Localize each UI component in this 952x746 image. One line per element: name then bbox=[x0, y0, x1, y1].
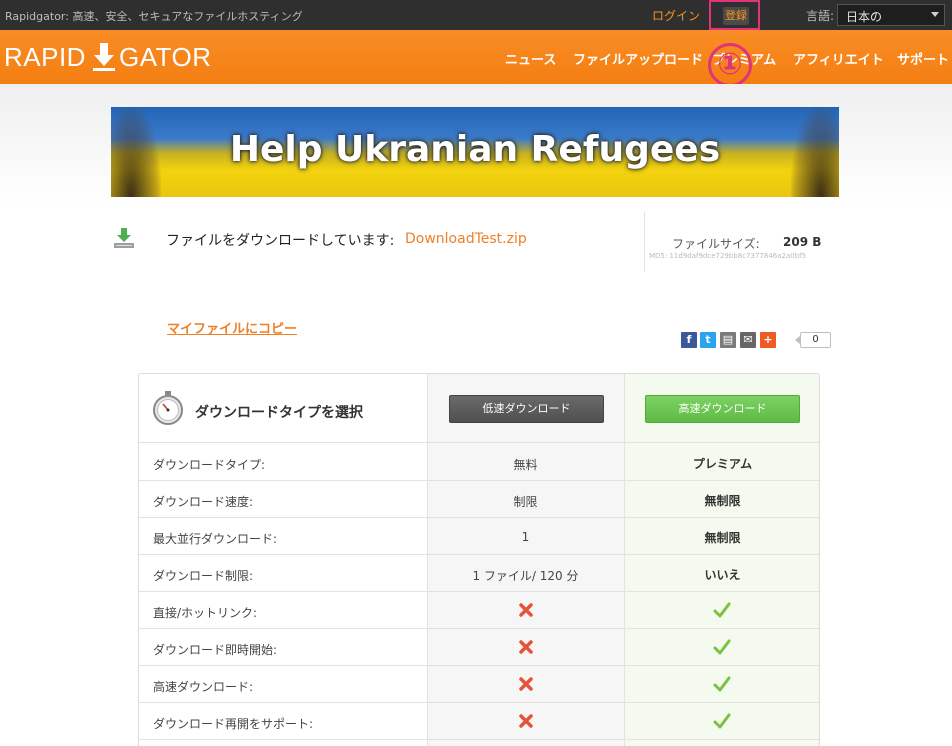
free-value: 1 bbox=[521, 530, 530, 544]
file-size-label: ファイルサイズ: bbox=[672, 237, 760, 251]
table-row: ダウンロード即時開始: bbox=[139, 629, 819, 666]
ukraine-banner[interactable]: Help Ukranian Refugees bbox=[111, 107, 839, 197]
table-row: ダウンロード再開をサポート: bbox=[139, 703, 819, 740]
download-arrow-icon bbox=[93, 43, 115, 71]
print-icon[interactable]: ▤ bbox=[720, 332, 736, 348]
cross-icon bbox=[519, 640, 533, 654]
download-type-table: ダウンロードタイプを選択 低速ダウンロード 高速ダウンロード ダウンロードタイプ… bbox=[138, 373, 820, 746]
premium-value: 無制限 bbox=[704, 494, 741, 508]
chevron-down-icon bbox=[931, 12, 939, 17]
language-select-value: 日本の bbox=[846, 10, 883, 24]
nav-file-upload[interactable]: ファイルアップロード bbox=[573, 49, 703, 68]
row-label: ダウンロードタイプ: bbox=[153, 458, 266, 472]
register-button[interactable]: 登録 bbox=[723, 7, 749, 25]
language-select[interactable]: 日本の bbox=[837, 4, 945, 26]
check-icon bbox=[713, 713, 731, 729]
premium-value: いいえ bbox=[704, 568, 741, 582]
logo-text-gator: GATOR bbox=[119, 42, 212, 72]
row-label: 直接/ホットリンク: bbox=[153, 606, 258, 620]
divider bbox=[644, 212, 645, 272]
login-link[interactable]: ログイン bbox=[652, 7, 700, 24]
free-value: 無料 bbox=[513, 458, 538, 472]
banner-text: Help Ukranian Refugees bbox=[229, 129, 721, 170]
nav-news[interactable]: ニュース bbox=[505, 49, 556, 68]
fast-download-button[interactable]: 高速ダウンロード bbox=[645, 395, 800, 423]
twitter-icon[interactable]: t bbox=[700, 332, 716, 348]
annotation-marker-1: ① bbox=[708, 43, 752, 87]
register-highlight-box: 登録 bbox=[709, 0, 760, 30]
file-size-value: 209 B bbox=[783, 235, 822, 249]
row-label: 高速ダウンロード: bbox=[153, 680, 254, 694]
free-value: 1 ファイル/ 120 分 bbox=[472, 569, 579, 583]
table-row: 最大並行ダウンロード: 1 無制限 bbox=[139, 518, 819, 555]
check-icon bbox=[713, 639, 731, 655]
row-label: 最大並行ダウンロード: bbox=[153, 532, 278, 546]
main-header: RAPID GATOR ニュース ファイルアップロード プレミアム アフィリエイ… bbox=[0, 30, 952, 84]
stopwatch-icon bbox=[153, 391, 183, 425]
facebook-icon[interactable]: f bbox=[681, 332, 697, 348]
nav-affiliate[interactable]: アフィリエイト bbox=[793, 49, 884, 68]
file-name: DownloadTest.zip bbox=[405, 231, 527, 247]
table-row: 高速ダウンロード: bbox=[139, 666, 819, 703]
select-download-type-title: ダウンロードタイプを選択 bbox=[195, 405, 363, 421]
table-header-row: ダウンロードタイプを選択 低速ダウンロード 高速ダウンロード bbox=[139, 374, 819, 443]
file-md5: MD5: 11d9daf9dce729bb8c7377846a2a0bf5 bbox=[649, 252, 807, 260]
check-icon bbox=[713, 676, 731, 692]
plus-icon[interactable]: + bbox=[760, 332, 776, 348]
check-icon bbox=[713, 602, 731, 618]
download-file-icon bbox=[114, 228, 134, 248]
share-count: 0 bbox=[795, 332, 831, 348]
row-label: ダウンロード制限: bbox=[153, 569, 254, 583]
cross-icon bbox=[519, 603, 533, 617]
email-icon[interactable]: ✉ bbox=[740, 332, 756, 348]
file-download-label: ファイルをダウンロードしています: bbox=[166, 233, 395, 249]
slow-download-button[interactable]: 低速ダウンロード bbox=[449, 395, 604, 423]
table-row: 直接/ホットリンク: bbox=[139, 592, 819, 629]
cross-icon bbox=[519, 677, 533, 691]
row-label: ダウンロード速度: bbox=[153, 495, 254, 509]
top-bar: Rapidgator: 高速、安全、セキュアなファイルホスティング ログイン 登… bbox=[0, 0, 952, 30]
table-row: ダウンロード速度: 制限 無制限 bbox=[139, 481, 819, 518]
row-label: ダウンロード即時開始: bbox=[153, 643, 278, 657]
nav-support[interactable]: サポート bbox=[897, 49, 949, 68]
table-row: ダウンロード制限: 1 ファイル/ 120 分 いいえ bbox=[139, 555, 819, 592]
free-value: 制限 bbox=[513, 495, 538, 509]
logo-text-rapid: RAPID bbox=[4, 42, 86, 72]
copy-to-my-files-link[interactable]: マイファイルにコピー bbox=[167, 318, 297, 337]
cross-icon bbox=[519, 714, 533, 728]
site-tagline: Rapidgator: 高速、安全、セキュアなファイルホスティング bbox=[5, 10, 303, 23]
premium-value: 無制限 bbox=[704, 531, 741, 545]
premium-value: プレミアム bbox=[692, 457, 753, 471]
language-label: 言語: bbox=[806, 9, 835, 23]
table-row: ダウンロードタイプ: 無料 プレミアム bbox=[139, 444, 819, 481]
row-label: ダウンロード再開をサポート: bbox=[153, 717, 314, 731]
